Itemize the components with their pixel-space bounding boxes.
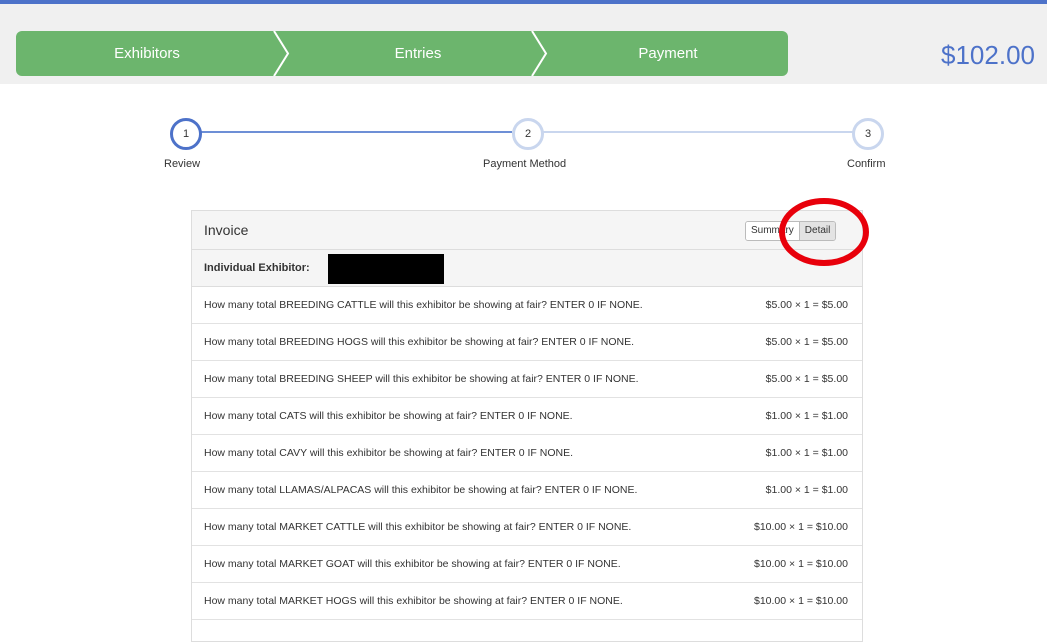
progress-stepper: 1 Review 2 Payment Method 3 Confirm [0, 100, 1047, 180]
item-amount: $1.00 × 1 = $1.00 [765, 447, 848, 459]
invoice-panel: Invoice Summary Detail Individual Exhibi… [191, 210, 863, 642]
item-question: How many total BREEDING HOGS will this e… [204, 336, 635, 348]
invoice-item: How many total BREEDING CATTLE will this… [192, 287, 862, 324]
exhibitor-label: Individual Exhibitor: [204, 262, 310, 274]
invoice-title: Invoice [204, 222, 249, 238]
item-amount: $10.00 × 1 = $10.00 [753, 595, 848, 607]
item-amount: $5.00 × 1 = $5.00 [765, 299, 848, 311]
breadcrumb-payment[interactable]: Payment [548, 31, 788, 76]
item-question: How many total MARKET CATTLE will this e… [204, 521, 632, 533]
item-amount: $5.00 × 1 = $5.00 [765, 336, 848, 348]
item-question: How many total CATS will this exhibitor … [204, 410, 573, 422]
invoice-item: How many total MARKET CATTLE will this e… [192, 509, 862, 546]
redacted-name [328, 254, 444, 284]
detail-button[interactable]: Detail [798, 222, 836, 240]
item-question: How many total MARKET HOGS will this exh… [204, 595, 623, 607]
item-amount: $10.00 × 1 = $10.00 [753, 558, 848, 570]
step-3-label: Confirm [847, 158, 886, 170]
invoice-item: How many total MARKET HOGS will this exh… [192, 583, 862, 620]
item-question: How many total MARKET GOAT will this exh… [204, 558, 621, 570]
cart-total: $102.00 [941, 40, 1035, 70]
breadcrumb-entries[interactable]: Entries [288, 31, 548, 76]
invoice-item: How many total MARKET GOAT will this exh… [192, 546, 862, 583]
invoice-item: How many total BREEDING HOGS will this e… [192, 324, 862, 361]
item-question: How many total BREEDING CATTLE will this… [204, 299, 643, 311]
step-connector [542, 131, 854, 133]
step-1-circle: 1 [170, 118, 202, 150]
breadcrumb-exhibitors[interactable]: Exhibitors [16, 31, 278, 76]
checkout-breadcrumb: Exhibitors Entries Payment [16, 31, 788, 76]
item-amount: $5.00 × 1 = $5.00 [765, 373, 848, 385]
header: Exhibitors Entries Payment $102.00 [0, 4, 1047, 84]
invoice-item: How many total CAVY will this exhibitor … [192, 435, 862, 472]
invoice-item: How many total LLAMAS/ALPACAS will this … [192, 472, 862, 509]
item-amount: $1.00 × 1 = $1.00 [765, 484, 848, 496]
step-3-circle: 3 [852, 118, 884, 150]
item-amount: $10.00 × 1 = $10.00 [753, 521, 848, 533]
summary-button[interactable]: Summary [746, 222, 799, 240]
item-question: How many total LLAMAS/ALPACAS will this … [204, 484, 638, 496]
item-question: How many total CAVY will this exhibitor … [204, 447, 573, 459]
step-2-circle: 2 [512, 118, 544, 150]
item-question: How many total BREEDING SHEEP will this … [204, 373, 639, 385]
invoice-item: How many total CATS will this exhibitor … [192, 398, 862, 435]
item-amount: $1.00 × 1 = $1.00 [765, 410, 848, 422]
step-connector [200, 131, 512, 133]
invoice-items: How many total BREEDING CATTLE will this… [192, 287, 862, 620]
invoice-item: How many total BREEDING SHEEP will this … [192, 361, 862, 398]
exhibitor-row: Individual Exhibitor: [192, 250, 862, 287]
step-1-label: Review [164, 158, 201, 170]
step-2-label: Payment Method [483, 158, 567, 170]
invoice-header: Invoice Summary Detail [192, 211, 862, 250]
view-toggle: Summary Detail [745, 221, 837, 241]
